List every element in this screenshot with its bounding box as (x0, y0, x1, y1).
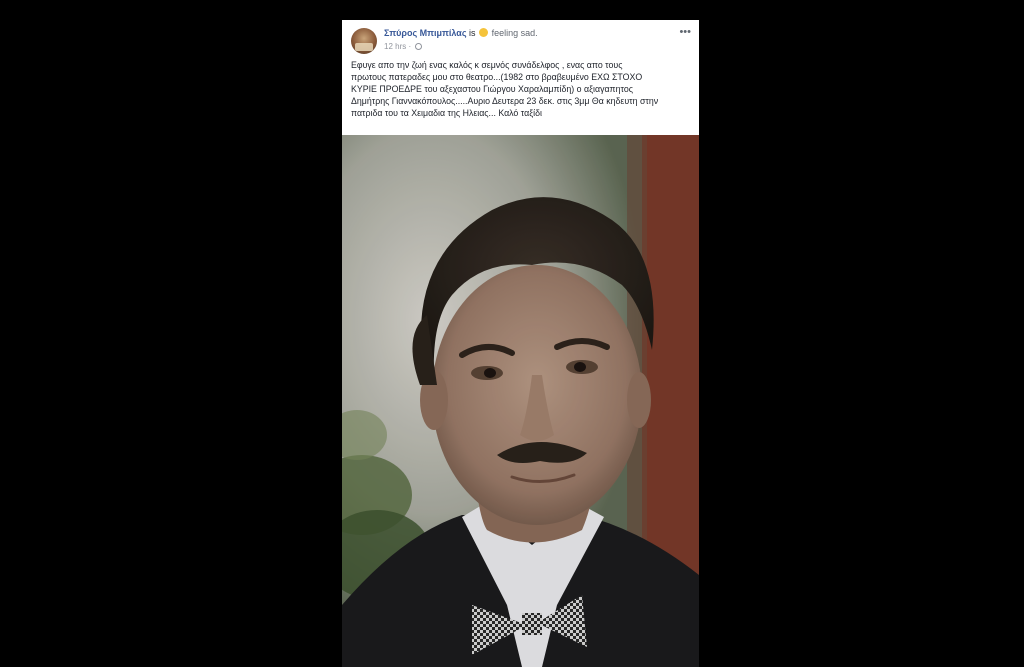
facebook-post-card: Σπύρος Μπιμπίλας is feeling sad. 12 hrs … (342, 20, 699, 667)
more-options-icon[interactable]: ••• (679, 26, 691, 38)
post-text: Εφυγε απο την ζωή ενας καλός κ σεμνός συ… (351, 60, 659, 118)
post-meta: 12 hrs · (384, 42, 423, 51)
is-text: is (469, 28, 476, 38)
globe-icon[interactable] (415, 43, 423, 50)
post-photo[interactable] (342, 135, 699, 667)
author-name-link[interactable]: Σπύρος Μπιμπίλας (384, 28, 467, 38)
sad-face-emoji-icon (479, 28, 489, 37)
post-timestamp[interactable]: 12 hrs (384, 42, 406, 51)
author-avatar[interactable] (351, 28, 377, 54)
meta-separator: · (408, 42, 412, 51)
post-author-line: Σπύρος Μπιμπίλας is feeling sad. (384, 28, 538, 38)
post-header: Σπύρος Μπιμπίλας is feeling sad. 12 hrs … (342, 20, 699, 56)
feeling-status: feeling sad. (491, 28, 538, 38)
portrait-photo (342, 135, 699, 667)
